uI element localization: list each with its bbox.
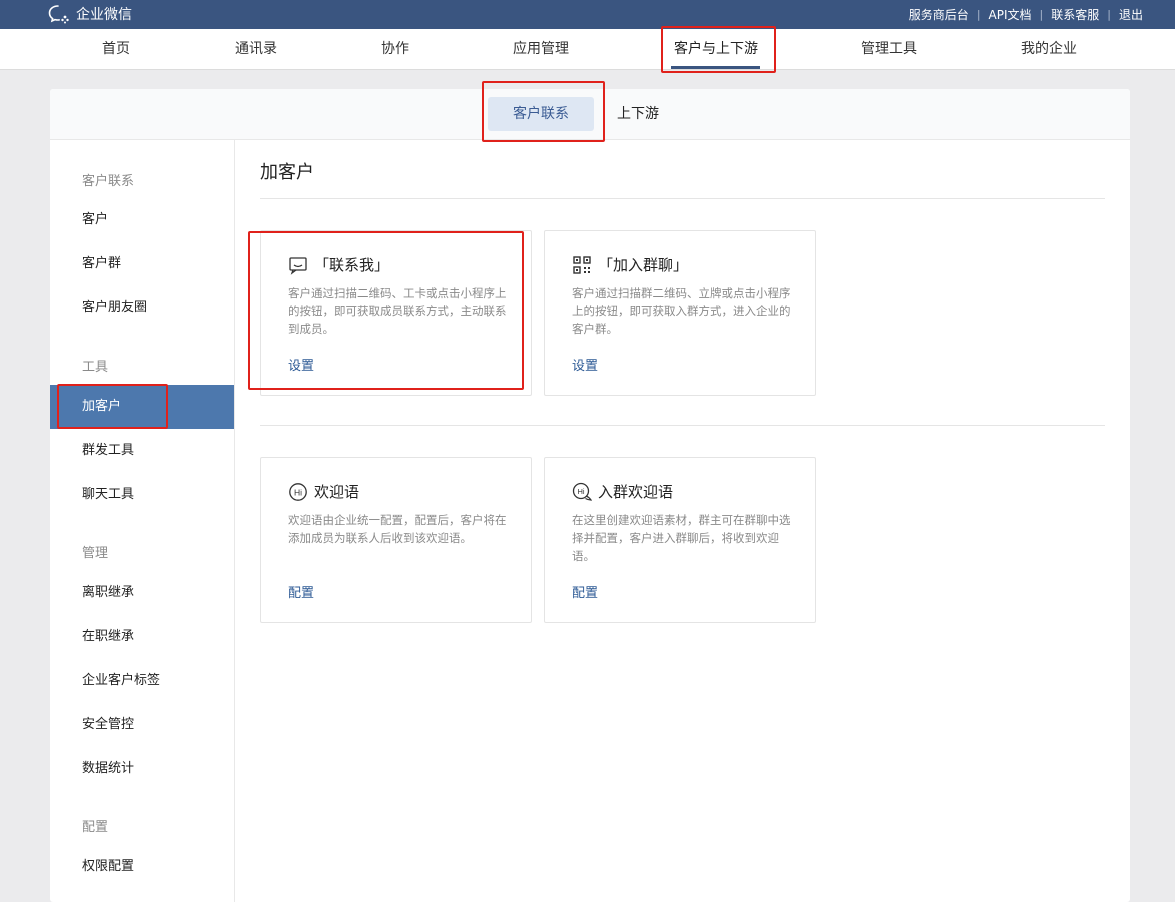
- page-title: 加客户: [260, 162, 314, 183]
- card-description: 客户通过扫描二维码、工卡或点击小程序上的按钮，即可获取成员联系方式，主动联系到成…: [288, 286, 507, 336]
- separator: |: [1107, 8, 1111, 21]
- sidebar-item-resignation-inherit[interactable]: 离职继承: [50, 571, 234, 615]
- hi-icon: Hi: [289, 482, 307, 501]
- card-title: 欢迎语: [314, 483, 360, 501]
- contact-me-icon: [289, 256, 307, 275]
- top-bar: 企业微信 服务商后台 | API文档 | 联系客服 | 退出: [0, 0, 1175, 29]
- sidebar-item-customer-moments[interactable]: 客户朋友圈: [50, 286, 234, 330]
- card-description: 欢迎语由企业统一配置，配置后，客户将在添加成员为联系人后收到该欢迎语。: [288, 513, 507, 545]
- card-head: Hi 入群欢迎语: [572, 481, 673, 502]
- card-head: Hi 欢迎语: [288, 481, 359, 502]
- svg-text:Hi: Hi: [577, 487, 584, 496]
- main-panel: 客户联系 上下游 客户联系 客户 客户群 客户朋友圈 工具 加客户 群发工具 聊…: [50, 89, 1130, 902]
- nav-active-indicator: [671, 66, 760, 69]
- contact-me-settings-link[interactable]: 设置: [288, 355, 314, 374]
- svg-text:Hi: Hi: [294, 487, 302, 497]
- sidebar-item-broadcast-tools[interactable]: 群发工具: [50, 429, 234, 473]
- separator: |: [1039, 8, 1044, 21]
- sidebar-item-add-customers[interactable]: 加客户: [50, 385, 234, 429]
- nav-home[interactable]: 首页: [96, 29, 136, 69]
- sidebar-item-data-statistics[interactable]: 数据统计: [50, 747, 234, 791]
- toplink-support[interactable]: 联系客服: [1051, 6, 1099, 23]
- nav-contacts[interactable]: 通讯录: [226, 29, 286, 69]
- divider: [260, 198, 1105, 199]
- toplink-api-docs[interactable]: API文档: [989, 6, 1032, 23]
- sidebar-group-tools: 工具: [82, 360, 109, 375]
- sidebar-item-security-control[interactable]: 安全管控: [50, 703, 234, 747]
- welcome-config-link[interactable]: 配置: [288, 582, 314, 601]
- sidebar-item-customer-groups[interactable]: 客户群: [50, 242, 234, 286]
- subtab-upstream-downstream[interactable]: 上下游: [608, 97, 668, 131]
- join-group-settings-link[interactable]: 设置: [572, 355, 598, 374]
- sidebar-item-chat-tools[interactable]: 聊天工具: [50, 473, 234, 517]
- nav-customers-upstream[interactable]: 客户与上下游: [668, 29, 764, 69]
- divider: [260, 425, 1105, 426]
- card-description: 客户通过扫描群二维码、立牌或点击小程序上的按钮，即可获取入群方式，进入企业的客户…: [572, 286, 791, 336]
- wecom-logo-icon: [48, 5, 69, 24]
- card-title: 「联系我」: [314, 256, 390, 274]
- card-head: 「联系我」: [288, 254, 389, 275]
- subtab-customer-contact[interactable]: 客户联系: [488, 97, 594, 131]
- sub-nav: 客户联系 上下游: [50, 89, 1130, 140]
- qr-code-icon: [573, 255, 591, 274]
- sidebar: 客户联系 客户 客户群 客户朋友圈 工具 加客户 群发工具 聊天工具 管理 离职…: [50, 140, 235, 902]
- top-links: 服务商后台 | API文档 | 联系客服 | 退出: [909, 0, 1143, 29]
- toplink-logout[interactable]: 退出: [1119, 6, 1143, 23]
- main-nav: 首页 通讯录 协作 应用管理 客户与上下游 管理工具 我的企业: [0, 29, 1175, 70]
- nav-app-management[interactable]: 应用管理: [508, 29, 574, 69]
- group-welcome-config-link[interactable]: 配置: [572, 582, 598, 601]
- card-title: 「加入群聊」: [598, 256, 689, 274]
- card-head: 「加入群聊」: [572, 254, 688, 275]
- nav-my-enterprise[interactable]: 我的企业: [1016, 29, 1082, 69]
- sidebar-group-customer-contact: 客户联系: [82, 174, 135, 189]
- card-welcome-message: Hi 欢迎语 欢迎语由企业统一配置，配置后，客户将在添加成员为联系人后收到该欢迎…: [260, 457, 532, 623]
- sidebar-group-config: 配置: [82, 820, 109, 835]
- card-description: 在这里创建欢迎语素材，群主可在群聊中选择并配置，客户进入群聊后，将收到欢迎语。: [572, 513, 791, 563]
- sidebar-item-customers[interactable]: 客户: [50, 198, 234, 242]
- brand-logo[interactable]: 企业微信: [48, 4, 132, 24]
- sidebar-item-onjob-inherit[interactable]: 在职继承: [50, 615, 234, 659]
- sidebar-group-management: 管理: [82, 546, 109, 561]
- group-hi-icon: Hi: [572, 482, 592, 501]
- brand-name: 企业微信: [76, 7, 132, 23]
- card-title: 入群欢迎语: [598, 483, 674, 501]
- card-contact-me: 「联系我」 客户通过扫描二维码、工卡或点击小程序上的按钮，即可获取成员联系方式，…: [260, 230, 532, 396]
- sidebar-item-customer-tags[interactable]: 企业客户标签: [50, 659, 234, 703]
- toplink-provider[interactable]: 服务商后台: [909, 6, 969, 23]
- card-join-group: 「加入群聊」 客户通过扫描群二维码、立牌或点击小程序上的按钮，即可获取入群方式，…: [544, 230, 816, 396]
- card-group-welcome: Hi 入群欢迎语 在这里创建欢迎语素材，群主可在群聊中选择并配置，客户进入群聊后…: [544, 457, 816, 623]
- nav-management-tools[interactable]: 管理工具: [856, 29, 922, 69]
- nav-collaboration[interactable]: 协作: [375, 29, 415, 69]
- separator: |: [976, 8, 981, 21]
- sidebar-item-permission-config[interactable]: 权限配置: [50, 845, 234, 889]
